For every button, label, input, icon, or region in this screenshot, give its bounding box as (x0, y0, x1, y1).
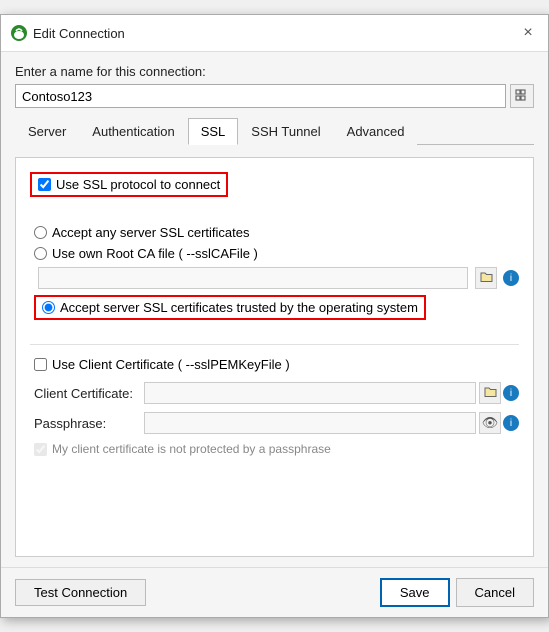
accept-any-option: Accept any server SSL certificates (34, 225, 519, 240)
grid-icon (515, 89, 529, 103)
use-ssl-checkbox[interactable] (38, 178, 51, 191)
title-bar-left: Edit Connection (11, 25, 125, 41)
connection-name-input[interactable] (15, 84, 506, 108)
connection-name-row (15, 84, 534, 108)
save-button[interactable]: Save (380, 578, 450, 607)
use-own-ca-label[interactable]: Use own Root CA file ( --sslCAFile ) (52, 246, 258, 261)
not-protected-checkbox (34, 443, 47, 456)
tab-server[interactable]: Server (15, 118, 79, 145)
ca-file-info-icon[interactable]: i (503, 270, 519, 286)
client-cert-info-icon[interactable]: i (503, 385, 519, 401)
app-icon (11, 25, 27, 41)
dialog-footer: Test Connection Save Cancel (1, 567, 548, 617)
ca-file-folder-button[interactable] (475, 267, 497, 289)
use-client-cert-label[interactable]: Use Client Certificate ( --sslPEMKeyFile… (52, 357, 290, 372)
client-cert-folder-icon (484, 386, 497, 400)
client-cert-folder-button[interactable] (479, 382, 501, 404)
use-client-cert-checkbox[interactable] (34, 358, 47, 371)
ssl-radio-group: Accept any server SSL certificates Use o… (30, 225, 519, 332)
accept-any-label[interactable]: Accept any server SSL certificates (52, 225, 250, 240)
tab-authentication[interactable]: Authentication (79, 118, 187, 145)
accept-server-highlighted-box: Accept server SSL certificates trusted b… (34, 295, 426, 320)
title-bar: Edit Connection × (1, 15, 548, 52)
ssl-content-area: Use SSL protocol to connect Accept any s… (15, 157, 534, 557)
passphrase-eye-button[interactable]: 👁 (479, 412, 501, 434)
connection-name-icon-button[interactable] (510, 84, 534, 108)
accept-server-label[interactable]: Accept server SSL certificates trusted b… (42, 300, 418, 315)
divider (30, 344, 519, 345)
footer-btn-group: Save Cancel (380, 578, 534, 607)
folder-icon (480, 271, 493, 285)
dialog-title: Edit Connection (33, 26, 125, 41)
accept-any-radio[interactable] (34, 226, 47, 239)
edit-connection-dialog: Edit Connection × Enter a name for this … (0, 14, 549, 618)
ca-file-input[interactable] (38, 267, 468, 289)
close-button[interactable]: × (518, 23, 538, 43)
use-client-cert-option: Use Client Certificate ( --sslPEMKeyFile… (30, 357, 519, 372)
tab-advanced[interactable]: Advanced (334, 118, 418, 145)
accept-server-radio[interactable] (42, 301, 55, 314)
connection-name-label: Enter a name for this connection: (15, 64, 534, 79)
tabs: Server Authentication SSL SSH Tunnel Adv… (15, 118, 534, 145)
cancel-button[interactable]: Cancel (456, 578, 534, 607)
passphrase-row: Passphrase: 👁 i (30, 412, 519, 434)
client-cert-row: Client Certificate: i (30, 382, 519, 404)
passphrase-input[interactable] (144, 412, 476, 434)
use-own-ca-radio[interactable] (34, 247, 47, 260)
passphrase-info-icon[interactable]: i (503, 415, 519, 431)
eye-icon: 👁 (482, 415, 499, 431)
tab-sshtunnel[interactable]: SSH Tunnel (238, 118, 333, 145)
test-connection-button[interactable]: Test Connection (15, 579, 146, 606)
dialog-body: Enter a name for this connection: Server… (1, 52, 548, 567)
tab-ssl[interactable]: SSL (188, 118, 239, 145)
client-cert-input[interactable] (144, 382, 476, 404)
ca-file-row: i (34, 267, 519, 289)
not-protected-label: My client certificate is not protected b… (52, 442, 331, 456)
use-ssl-highlighted-box: Use SSL protocol to connect (30, 172, 228, 197)
use-own-ca-option: Use own Root CA file ( --sslCAFile ) (34, 246, 519, 261)
not-protected-row: My client certificate is not protected b… (30, 442, 519, 456)
client-cert-label: Client Certificate: (34, 386, 144, 401)
use-ssl-label[interactable]: Use SSL protocol to connect (38, 177, 220, 192)
passphrase-label: Passphrase: (34, 416, 144, 431)
